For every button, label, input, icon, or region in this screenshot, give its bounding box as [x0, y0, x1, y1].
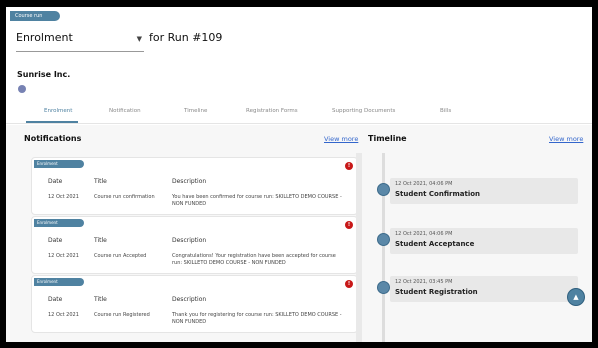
company-name: Sunrise Inc.	[17, 70, 71, 79]
tab-supporting-documents[interactable]: Supporting Documents	[332, 108, 395, 114]
enrolment-select-value: Enrolment	[16, 31, 73, 44]
date-header: Date	[48, 178, 63, 185]
title-header: Title	[94, 178, 107, 185]
timeline-line	[382, 153, 385, 342]
notification-title: Course run Accepted	[94, 253, 147, 259]
active-tab-indicator	[26, 121, 78, 123]
notification-description: You have been confirmed for course run: …	[172, 194, 342, 207]
notification-date: 12 Oct 2021	[48, 312, 79, 318]
notifications-title: Notifications	[24, 134, 82, 143]
app-window: Course run Enrolment ▼ for Run #109 Sunr…	[6, 7, 592, 342]
notification-date: 12 Oct 2021	[48, 253, 79, 259]
description-header: Description	[172, 296, 207, 303]
scroll-up-button[interactable]: ▲	[567, 288, 585, 306]
chevron-up-icon: ▲	[573, 293, 579, 301]
alert-icon: !	[345, 280, 353, 288]
timeline-event: Student Confirmation	[395, 190, 481, 198]
description-header: Description	[172, 237, 207, 244]
tab-bills[interactable]: Bills	[440, 108, 451, 114]
notification-badge: Enrolment	[34, 160, 84, 168]
timeline-item: 12 Oct 2021, 03:45 PM Student Registrati…	[390, 276, 578, 302]
enrolment-select[interactable]: Enrolment ▼	[16, 27, 144, 52]
notification-badge: Enrolment	[34, 219, 84, 227]
notification-description: Congratulations! Your registration have …	[172, 253, 336, 266]
notifications-scrollbar[interactable]	[356, 153, 362, 342]
timeline-view-more-link[interactable]: View more	[549, 135, 583, 143]
alert-icon: !	[345, 221, 353, 229]
alert-icon: !	[345, 162, 353, 170]
timeline-event: Student Registration	[395, 288, 478, 296]
notification-title: Course run Registered	[94, 312, 150, 318]
description-header: Description	[172, 178, 207, 185]
notification-date: 12 Oct 2021	[48, 194, 79, 200]
chevron-down-icon: ▼	[136, 35, 142, 43]
timeline-item: 12 Oct 2021, 04:06 PM Student Confirmati…	[390, 178, 578, 204]
notification-card: Enrolment ! Date Title Description 12 Oc…	[31, 216, 358, 274]
main-content: Notifications View more Timeline View mo…	[6, 125, 592, 342]
title-header: Title	[94, 237, 107, 244]
tab-bar: Enrolment Notification Timeline Registra…	[6, 105, 592, 124]
timeline-dot	[377, 183, 390, 196]
timeline-list: 12 Oct 2021, 04:06 PM Student Confirmati…	[366, 153, 590, 342]
company-badge-icon	[18, 85, 26, 93]
timeline-item: 12 Oct 2021, 04:06 PM Student Acceptance	[390, 228, 578, 254]
tab-timeline[interactable]: Timeline	[184, 108, 207, 114]
notification-badge: Enrolment	[34, 278, 84, 286]
tab-enrolment[interactable]: Enrolment	[44, 108, 72, 114]
notification-title: Course run confirmation	[94, 194, 155, 200]
title-header: Title	[94, 296, 107, 303]
for-run-label: for Run #109	[149, 31, 223, 44]
timeline-title: Timeline	[368, 134, 407, 143]
timeline-time: 12 Oct 2021, 04:06 PM	[395, 231, 453, 237]
tab-notification[interactable]: Notification	[109, 108, 141, 114]
timeline-dot	[377, 281, 390, 294]
timeline-time: 12 Oct 2021, 04:06 PM	[395, 181, 453, 187]
notifications-list: Enrolment ! Date Title Description 12 Oc…	[20, 153, 358, 342]
date-header: Date	[48, 237, 63, 244]
tab-registration-forms[interactable]: Registration Forms	[246, 108, 298, 114]
timeline-time: 12 Oct 2021, 03:45 PM	[395, 279, 453, 285]
notifications-view-more-link[interactable]: View more	[324, 135, 358, 143]
header-area: Course run Enrolment ▼ for Run #109 Sunr…	[6, 7, 592, 125]
course-run-tag: Course run	[10, 11, 61, 21]
date-header: Date	[48, 296, 63, 303]
timeline-dot	[377, 233, 390, 246]
notification-card: Enrolment ! Date Title Description 12 Oc…	[31, 157, 358, 215]
notification-description: Thank you for registering for course run…	[172, 312, 342, 325]
timeline-event: Student Acceptance	[395, 240, 475, 248]
notification-card: Enrolment ! Date Title Description 12 Oc…	[31, 275, 358, 333]
